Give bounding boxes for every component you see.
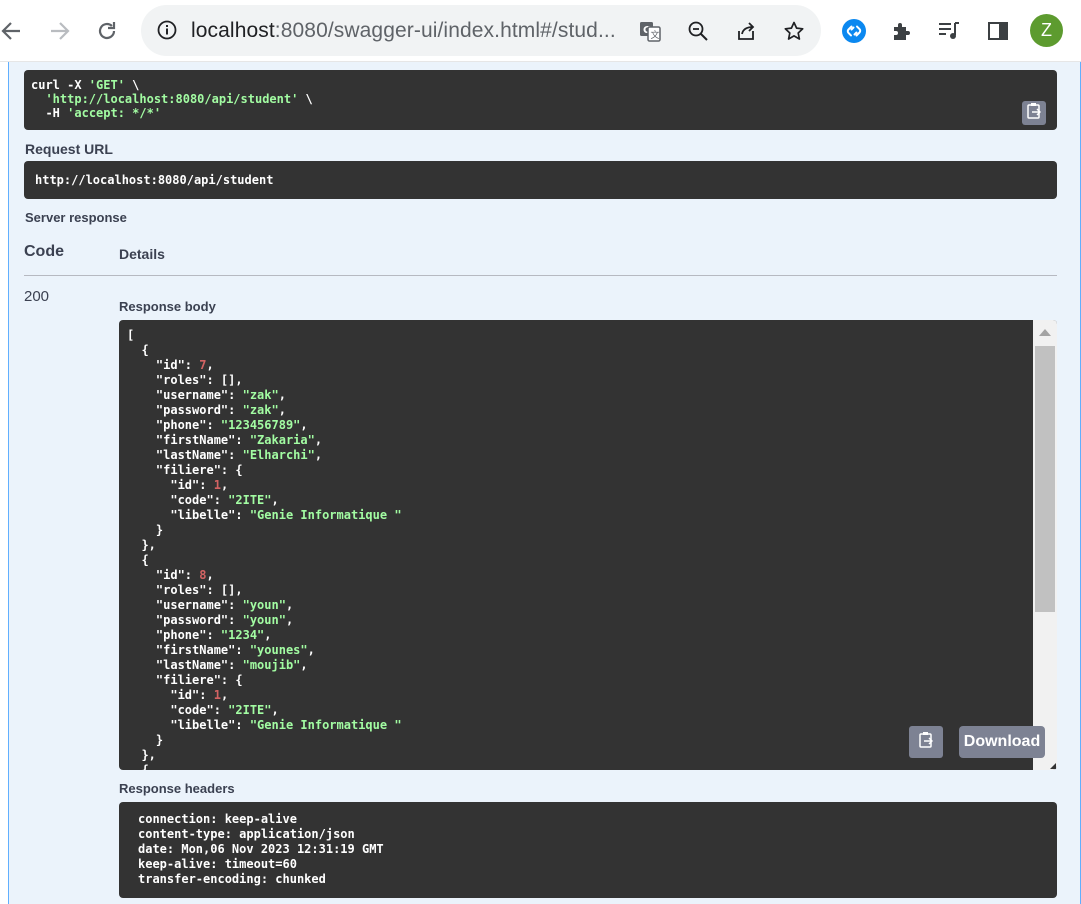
- copy-response-button[interactable]: [909, 726, 943, 758]
- response-headers-label: Response headers: [119, 781, 235, 796]
- response-header-line: connection: keep-alive: [138, 812, 297, 826]
- scrollbar-thumb[interactable]: [1035, 346, 1055, 612]
- swagger-response-panel: curl -X 'GET' \ 'http://localhost:8080/a…: [8, 62, 1081, 904]
- url-path: :8080/swagger-ui/index.html#/stud...: [274, 19, 616, 42]
- server-response-label: Server response: [25, 210, 127, 225]
- curl-line3: -H 'accept: */*': [45, 106, 161, 120]
- curl-method: 'GET': [88, 78, 125, 92]
- scroll-up-arrow-icon[interactable]: [1039, 329, 1051, 336]
- response-headers: connection: keep-alive content-type: app…: [119, 802, 1057, 898]
- curl-header: 'accept: */*': [67, 106, 162, 120]
- request-url-value: http://localhost:8080/api/student: [24, 161, 1057, 199]
- curl-line2: 'http://localhost:8080/api/student' \: [45, 92, 312, 106]
- forward-arrow-icon[interactable]: [45, 16, 75, 46]
- profile-avatar[interactable]: Z: [1030, 14, 1063, 47]
- copy-curl-button[interactable]: [1022, 101, 1046, 125]
- media-icon[interactable]: [934, 16, 964, 46]
- response-body-label: Response body: [119, 299, 216, 314]
- star-icon[interactable]: [781, 18, 807, 44]
- curl-flag: -H: [45, 106, 68, 120]
- download-button[interactable]: Download: [959, 726, 1045, 758]
- curl-url: 'http://localhost:8080/api/student': [45, 92, 299, 106]
- curl-cmd: curl -X: [31, 78, 89, 92]
- response-status-code: 200: [24, 288, 50, 305]
- curl-command: curl -X 'GET' \ 'http://localhost:8080/a…: [24, 70, 1057, 130]
- back-arrow-icon[interactable]: [0, 16, 26, 46]
- details-column-header: Details: [119, 246, 165, 262]
- shazam-icon[interactable]: [839, 16, 869, 46]
- info-icon[interactable]: [156, 19, 178, 46]
- reload-icon[interactable]: [92, 16, 122, 46]
- curl-continuation: \: [298, 92, 313, 106]
- table-divider: [24, 275, 1057, 276]
- zoom-out-icon[interactable]: [685, 18, 711, 44]
- response-header-line: keep-alive: timeout=60: [138, 857, 297, 871]
- share-icon[interactable]: [733, 18, 759, 44]
- response-body-json: [ { "id": 7, "roles": [], "username": "z…: [127, 328, 402, 770]
- response-header-line: transfer-encoding: chunked: [138, 872, 326, 886]
- clipboard-icon: [1026, 102, 1042, 125]
- response-body[interactable]: [ { "id": 7, "roles": [], "username": "z…: [119, 320, 1057, 770]
- url-text[interactable]: localhost:8080/swagger-ui/index.html#/st…: [191, 19, 616, 43]
- browser-toolbar: localhost:8080/swagger-ui/index.html#/st…: [0, 0, 1081, 62]
- extensions-icon[interactable]: [887, 16, 917, 46]
- request-url-label: Request URL: [25, 141, 113, 157]
- curl-continuation: \: [124, 78, 140, 92]
- code-column-header: Code: [24, 243, 64, 260]
- side-panel-icon[interactable]: [983, 16, 1013, 46]
- response-body-scrollbar[interactable]: [1033, 320, 1057, 770]
- resize-grip[interactable]: [1050, 763, 1056, 769]
- address-bar[interactable]: localhost:8080/swagger-ui/index.html#/st…: [141, 5, 821, 56]
- translate-icon[interactable]: G文: [637, 18, 663, 44]
- svg-text:文: 文: [651, 29, 660, 41]
- curl-line1: curl -X 'GET' \: [31, 78, 139, 92]
- response-header-line: content-type: application/json: [138, 827, 355, 841]
- response-header-line: date: Mon,06 Nov 2023 12:31:19 GMT: [138, 842, 384, 856]
- url-host: localhost: [191, 19, 275, 42]
- clipboard-icon: [918, 731, 934, 754]
